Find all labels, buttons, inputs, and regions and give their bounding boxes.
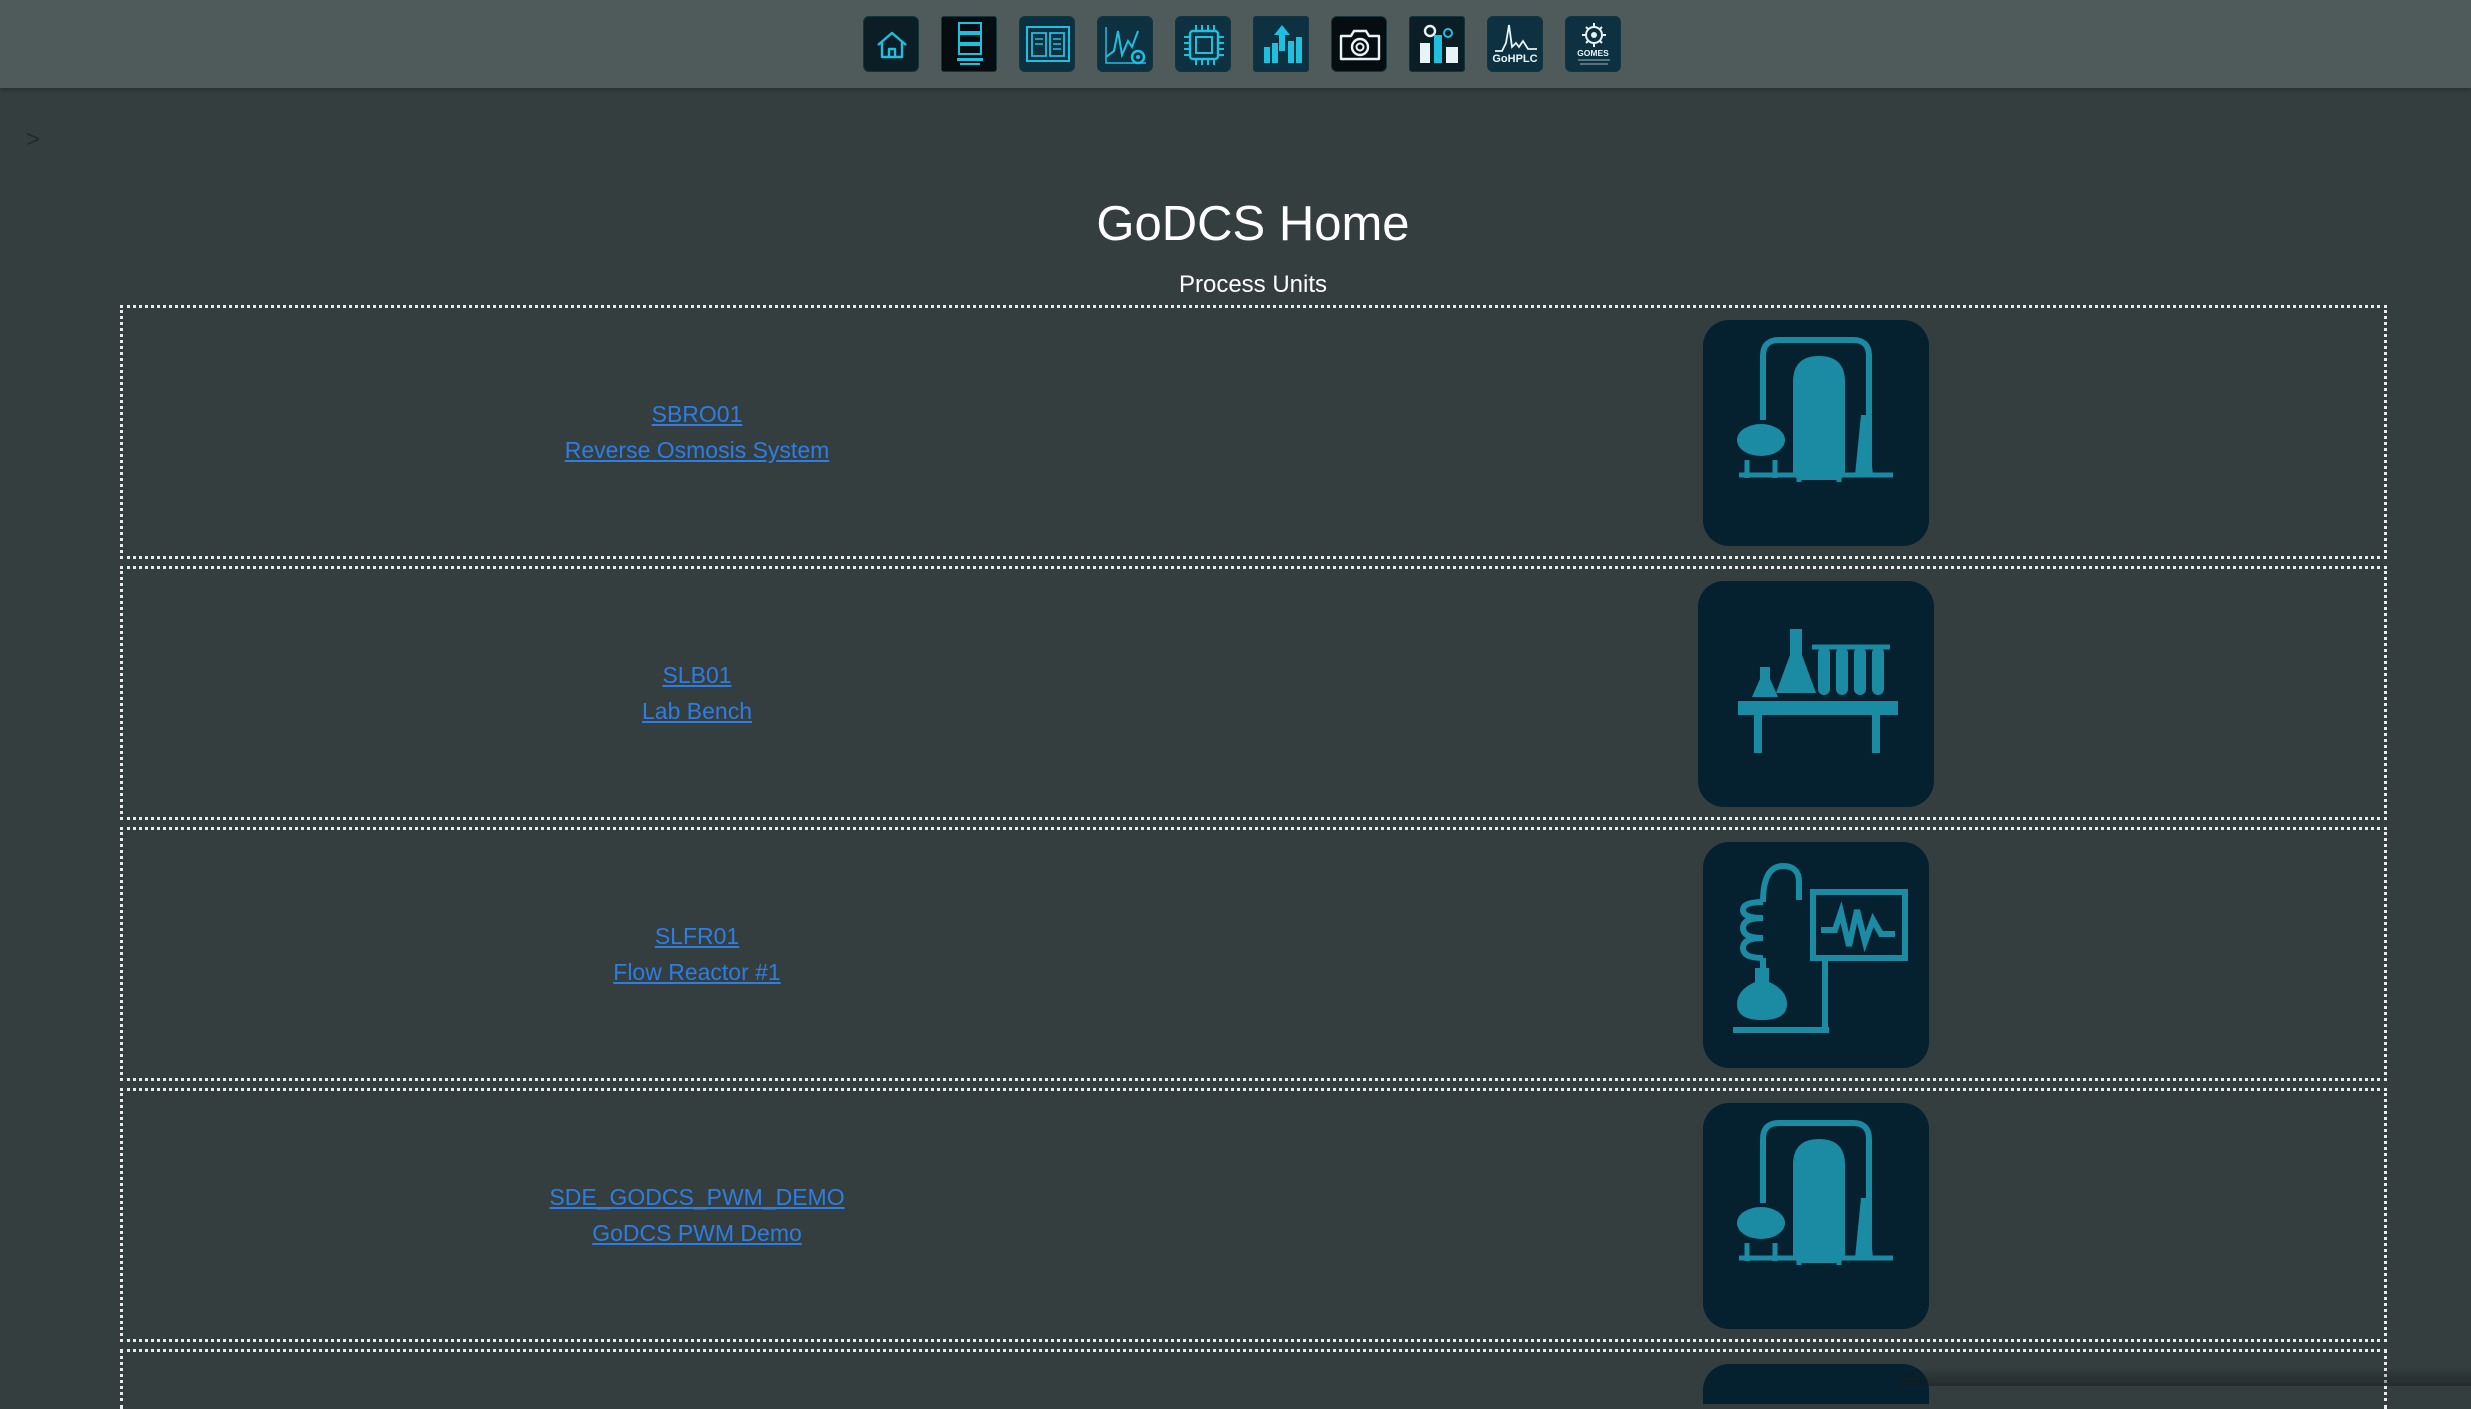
analytics-settings-icon[interactable] bbox=[1097, 16, 1153, 72]
upload-chart-icon[interactable] bbox=[1253, 16, 1309, 72]
unit-row-sde-godcs-pwm-demo: SDE_GODCS_PWM_DEMO GoDCS PWM Demo bbox=[120, 1088, 2387, 1342]
gohplc-label: GoHPLC bbox=[1492, 53, 1538, 65]
unit-text: SLFR01 Flow Reactor #1 bbox=[123, 830, 1271, 1078]
sidebar-toggle[interactable]: > bbox=[26, 126, 40, 154]
bottom-shadow bbox=[1900, 1368, 2471, 1386]
page-title: GoDCS Home bbox=[1096, 197, 1410, 251]
unit-id-link[interactable]: SLFR01 bbox=[655, 918, 739, 954]
gomes-label: GOMES bbox=[1577, 48, 1609, 58]
unit-text: SBRO01 Reverse Osmosis System bbox=[123, 308, 1271, 556]
unit-name-link[interactable]: Reverse Osmosis System bbox=[565, 432, 830, 468]
home-icon[interactable] bbox=[863, 16, 919, 72]
manual-book-icon[interactable] bbox=[1019, 16, 1075, 72]
unit-image-partial[interactable] bbox=[1703, 1364, 1929, 1404]
unit-name-link[interactable]: GoDCS PWM Demo bbox=[592, 1215, 802, 1251]
unit-row-slb01: SLB01 Lab Bench bbox=[120, 566, 2387, 820]
unit-name-link[interactable]: Flow Reactor #1 bbox=[613, 954, 780, 990]
flow-reactor-icon[interactable] bbox=[1703, 842, 1929, 1068]
process-plant-icon[interactable] bbox=[1703, 320, 1929, 546]
unit-row-slfr01: SLFR01 Flow Reactor #1 bbox=[120, 827, 2387, 1081]
gomes-icon[interactable]: GOMES bbox=[1565, 16, 1621, 72]
unit-name-link[interactable]: Lab Bench bbox=[642, 693, 752, 729]
unit-id-link[interactable]: SDE_GODCS_PWM_DEMO bbox=[549, 1179, 844, 1215]
chip-icon[interactable] bbox=[1175, 16, 1231, 72]
unit-row-sbro01: SBRO01 Reverse Osmosis System bbox=[120, 305, 2387, 559]
process-plant-icon[interactable] bbox=[1703, 1103, 1929, 1329]
plant-settings-icon[interactable] bbox=[1409, 16, 1465, 72]
camera-icon[interactable] bbox=[1331, 16, 1387, 72]
lab-bench-icon[interactable] bbox=[1698, 581, 1934, 807]
gohplc-icon[interactable]: GoHPLC bbox=[1487, 16, 1543, 72]
unit-id-link[interactable]: SLB01 bbox=[662, 657, 731, 693]
top-navigation-bar: GoHPLC GOMES bbox=[0, 0, 2471, 88]
page-subtitle: Process Units bbox=[1178, 271, 1328, 298]
modbus-management-icon[interactable] bbox=[941, 16, 997, 72]
unit-id-link[interactable]: SBRO01 bbox=[652, 396, 743, 432]
unit-text: SDE_GODCS_PWM_DEMO GoDCS PWM Demo bbox=[123, 1091, 1271, 1339]
unit-text: SLB01 Lab Bench bbox=[123, 569, 1271, 817]
